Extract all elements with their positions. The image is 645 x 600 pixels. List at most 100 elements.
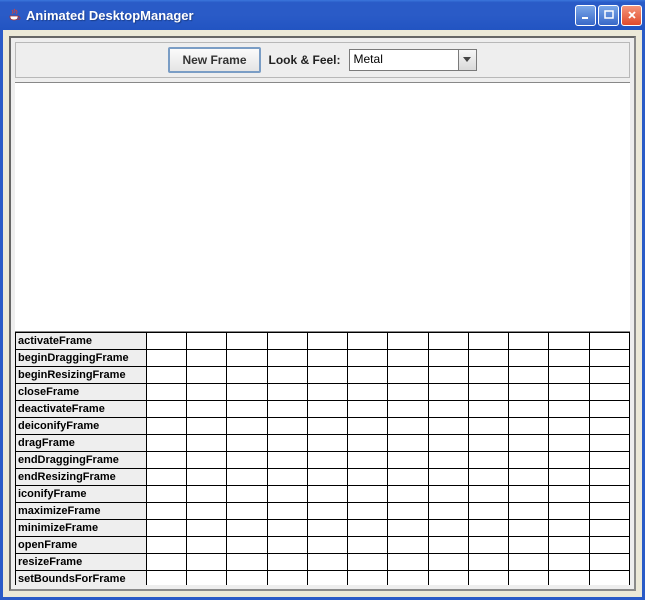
table-cell bbox=[549, 384, 589, 401]
table-cell bbox=[146, 571, 186, 586]
chevron-down-icon[interactable] bbox=[459, 49, 477, 71]
table-cell bbox=[388, 418, 428, 435]
row-header: minimizeFrame bbox=[16, 520, 147, 537]
table-row: closeFrame bbox=[16, 384, 630, 401]
table-cell bbox=[348, 503, 388, 520]
table-cell bbox=[388, 503, 428, 520]
table-cell bbox=[428, 520, 468, 537]
table-cell bbox=[348, 401, 388, 418]
table-cell bbox=[227, 452, 267, 469]
table-cell bbox=[146, 367, 186, 384]
table-cell bbox=[146, 384, 186, 401]
table-cell bbox=[589, 418, 629, 435]
row-header: endResizingFrame bbox=[16, 469, 147, 486]
table-cell bbox=[388, 520, 428, 537]
row-header: activateFrame bbox=[16, 333, 147, 350]
minimize-button[interactable] bbox=[575, 5, 596, 26]
table-cell bbox=[509, 537, 549, 554]
table-cell bbox=[509, 503, 549, 520]
table-cell bbox=[307, 503, 347, 520]
close-button[interactable] bbox=[621, 5, 642, 26]
table-cell bbox=[146, 333, 186, 350]
table-cell bbox=[267, 350, 307, 367]
method-table: activateFramebeginDraggingFramebeginResi… bbox=[15, 331, 630, 585]
table-cell bbox=[589, 401, 629, 418]
table-cell bbox=[267, 452, 307, 469]
table-cell bbox=[307, 452, 347, 469]
table-cell bbox=[589, 367, 629, 384]
table-cell bbox=[348, 418, 388, 435]
table-cell bbox=[348, 537, 388, 554]
table-cell bbox=[227, 435, 267, 452]
table-cell bbox=[348, 333, 388, 350]
table-cell bbox=[509, 554, 549, 571]
table-cell bbox=[509, 384, 549, 401]
table-cell bbox=[509, 367, 549, 384]
new-frame-button[interactable]: New Frame bbox=[168, 47, 260, 73]
table-cell bbox=[388, 384, 428, 401]
look-feel-value[interactable]: Metal bbox=[349, 49, 459, 71]
table-cell bbox=[589, 537, 629, 554]
table-row: openFrame bbox=[16, 537, 630, 554]
table-cell bbox=[468, 367, 508, 384]
desktop-pane[interactable] bbox=[15, 82, 630, 331]
table-cell bbox=[307, 520, 347, 537]
table-cell bbox=[227, 418, 267, 435]
table-cell bbox=[509, 452, 549, 469]
table-cell bbox=[267, 537, 307, 554]
table-cell bbox=[267, 367, 307, 384]
table-cell bbox=[549, 452, 589, 469]
table-cell bbox=[348, 571, 388, 586]
table-cell bbox=[146, 486, 186, 503]
table-row: activateFrame bbox=[16, 333, 630, 350]
table-cell bbox=[549, 435, 589, 452]
table-cell bbox=[468, 452, 508, 469]
table-cell bbox=[187, 520, 227, 537]
table-cell bbox=[428, 350, 468, 367]
table-cell bbox=[187, 401, 227, 418]
maximize-button[interactable] bbox=[598, 5, 619, 26]
table-row: beginDraggingFrame bbox=[16, 350, 630, 367]
table-cell bbox=[468, 503, 508, 520]
look-feel-combo[interactable]: Metal bbox=[349, 49, 477, 71]
table-cell bbox=[187, 571, 227, 586]
table-cell bbox=[509, 418, 549, 435]
table-cell bbox=[187, 418, 227, 435]
table-cell bbox=[509, 520, 549, 537]
window-controls bbox=[575, 5, 642, 26]
table-cell bbox=[227, 571, 267, 586]
table-cell bbox=[307, 571, 347, 586]
table-cell bbox=[146, 503, 186, 520]
table-cell bbox=[187, 333, 227, 350]
table-cell bbox=[307, 367, 347, 384]
table-row: endDraggingFrame bbox=[16, 452, 630, 469]
table-cell bbox=[509, 350, 549, 367]
table-cell bbox=[549, 333, 589, 350]
table-cell bbox=[187, 537, 227, 554]
table-cell bbox=[589, 571, 629, 586]
table-row: setBoundsForFrame bbox=[16, 571, 630, 586]
table-cell bbox=[468, 333, 508, 350]
table-cell bbox=[589, 350, 629, 367]
table-cell bbox=[187, 486, 227, 503]
table-cell bbox=[307, 469, 347, 486]
table-row: deactivateFrame bbox=[16, 401, 630, 418]
table-cell bbox=[509, 435, 549, 452]
table-cell bbox=[267, 333, 307, 350]
app-icon bbox=[6, 7, 22, 23]
table-cell bbox=[227, 333, 267, 350]
table-cell bbox=[146, 418, 186, 435]
table-cell bbox=[388, 367, 428, 384]
table-cell bbox=[187, 384, 227, 401]
table-cell bbox=[187, 469, 227, 486]
table-cell bbox=[307, 486, 347, 503]
table-cell bbox=[428, 384, 468, 401]
table-cell bbox=[267, 520, 307, 537]
row-header: beginDraggingFrame bbox=[16, 350, 147, 367]
table-cell bbox=[549, 418, 589, 435]
table-cell bbox=[348, 486, 388, 503]
table-cell bbox=[549, 469, 589, 486]
table-cell bbox=[267, 418, 307, 435]
table-cell bbox=[146, 401, 186, 418]
table-cell bbox=[589, 554, 629, 571]
